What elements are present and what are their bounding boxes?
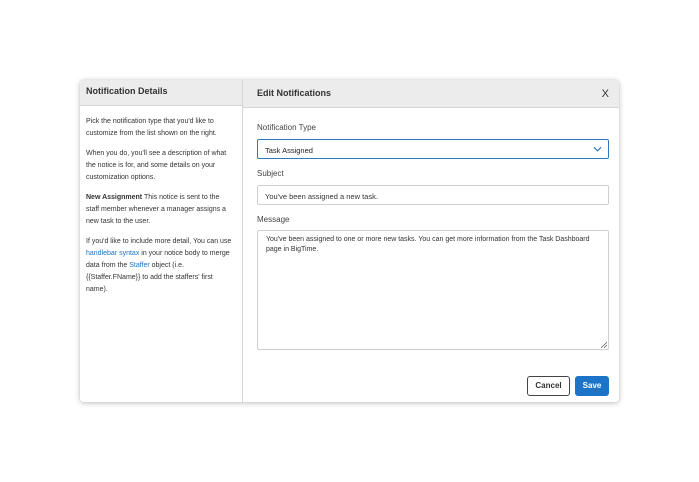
staffer-link[interactable]: Staffer	[129, 262, 150, 269]
notification-type-label: Notification Type	[257, 123, 316, 132]
edit-notifications-title: Edit Notifications	[257, 88, 331, 98]
notification-type-value: Task Assigned	[265, 146, 313, 155]
details-paragraph-2: When you do, you'll see a description of…	[86, 150, 227, 181]
details-paragraph-3: New Assignment This notice is sent to th…	[86, 192, 234, 228]
details-text-a: If you'd like to include more detail, Yo…	[86, 238, 232, 245]
notification-details-body: Pick the notification type that you'd li…	[80, 106, 242, 296]
message-value: You've been assigned to one or more new …	[266, 236, 590, 253]
message-textarea[interactable]: You've been assigned to one or more new …	[257, 230, 609, 350]
save-button[interactable]: Save	[575, 376, 609, 396]
message-label: Message	[257, 215, 290, 224]
subject-label: Subject	[257, 169, 284, 178]
resize-handle-icon[interactable]	[600, 341, 607, 348]
new-assignment-label: New Assignment	[86, 194, 143, 201]
cancel-button[interactable]: Cancel	[527, 376, 570, 396]
details-paragraph-4: If you'd like to include more detail, Yo…	[86, 236, 234, 296]
handlebar-syntax-link[interactable]: handlebar syntax	[86, 250, 139, 257]
notification-dialog: Notification Details Pick the notificati…	[80, 80, 619, 402]
notification-details-panel: Notification Details Pick the notificati…	[80, 80, 243, 402]
chevron-down-icon	[593, 146, 602, 152]
notification-details-title: Notification Details	[80, 80, 242, 106]
edit-notifications-panel: Edit Notifications X Notification Type T…	[243, 80, 619, 402]
notification-type-select[interactable]: Task Assigned	[257, 139, 609, 159]
close-icon[interactable]: X	[602, 88, 609, 100]
edit-notifications-header: Edit Notifications X	[243, 80, 619, 108]
details-paragraph-1: Pick the notification type that you'd li…	[86, 118, 217, 137]
subject-input[interactable]: You've been assigned a new task.	[257, 185, 609, 205]
